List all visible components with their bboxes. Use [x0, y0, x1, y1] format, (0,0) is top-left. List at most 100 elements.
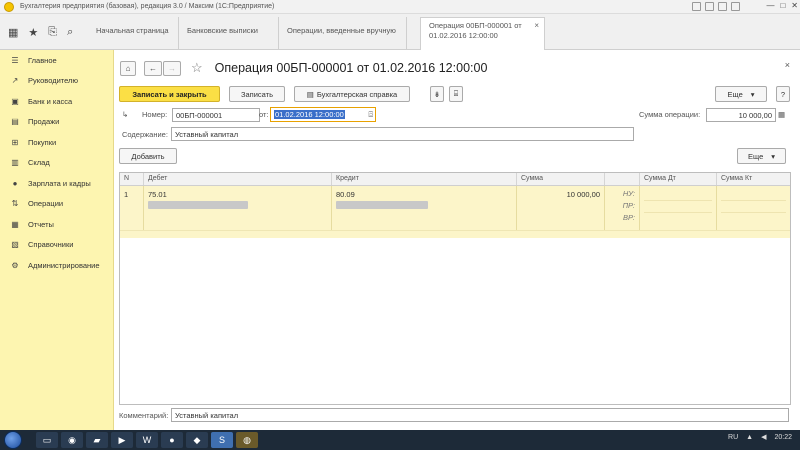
debit-cell[interactable]: 75.01 — [144, 186, 332, 230]
save-button[interactable]: Записать — [229, 86, 285, 102]
word-icon[interactable]: W — [136, 432, 158, 448]
amount-kt-pr[interactable] — [721, 201, 786, 213]
amount-calculator-icon[interactable]: ▦ — [778, 110, 785, 119]
nav-tools: ▦ ★ ⎘ ⌕ — [0, 14, 88, 50]
button-label: Еще — [727, 89, 743, 99]
app-icon[interactable]: ◆ — [186, 432, 208, 448]
folder-icon[interactable]: ▰ — [86, 432, 108, 448]
close-document-icon[interactable]: × — [785, 60, 790, 70]
col-markers — [605, 173, 640, 185]
amount-kt-nu[interactable] — [721, 189, 786, 201]
sidebar-item-admin[interactable]: ⚙ Администрирование — [0, 255, 113, 276]
help-button[interactable]: ? — [776, 86, 790, 102]
table-more-button[interactable]: Еще ▾ — [737, 148, 786, 164]
content-field[interactable]: Уставный капитал — [171, 127, 634, 141]
window-controls: — □ ✕ — [766, 1, 798, 10]
favorite-star-icon[interactable]: ☆ — [191, 60, 203, 76]
post-and-close-button[interactable]: Записать и закрыть — [119, 86, 220, 102]
col-amount[interactable]: Сумма — [517, 173, 605, 185]
add-row-button[interactable]: Добавить — [119, 148, 177, 164]
volume-icon[interactable]: ◀ — [761, 433, 766, 441]
sidebar-item-manager[interactable]: ↗ Руководителю — [0, 71, 113, 92]
network-icon[interactable]: ▲ — [746, 434, 753, 441]
amount-dt-cell[interactable] — [640, 186, 717, 230]
col-debit[interactable]: Дебет — [144, 173, 332, 185]
system-tray: RU ▲ ◀ 20:22 — [728, 433, 792, 442]
home-button[interactable]: ⌂ — [120, 60, 136, 76]
sidebar-item-label: Продажи — [28, 117, 60, 127]
content-label: Содержание: — [122, 130, 168, 139]
doc-toolbar: Записать и закрыть Записать ▤ Бухгалтерск… — [119, 86, 790, 102]
tab-bank-statements[interactable]: Банковские выписки — [179, 17, 279, 50]
chrome-icon[interactable]: ◉ — [61, 432, 83, 448]
structure-icon[interactable]: ⇟ — [430, 86, 444, 102]
titlebar-tools — [692, 2, 740, 11]
close-window-button[interactable]: ✕ — [791, 1, 798, 10]
accounting-reference-button[interactable]: ▤ Бухгалтерская справка — [294, 86, 410, 102]
onec-app-icon[interactable]: ◍ — [236, 432, 258, 448]
basket-icon: ⊞ — [11, 137, 19, 147]
calendar-icon[interactable] — [692, 2, 701, 11]
comment-field[interactable]: Уставный капитал — [171, 408, 789, 422]
sidebar-item-directories[interactable]: ▧ Справочники — [0, 235, 113, 256]
search-icon[interactable]: ⌕ — [67, 26, 73, 39]
info-icon[interactable] — [731, 2, 740, 11]
sidebar-item-label: Зарплата и кадры — [28, 178, 91, 188]
sidebar-item-operations[interactable]: ⇅ Операции — [0, 194, 113, 215]
skype-icon[interactable]: S — [211, 432, 233, 448]
favorites-icon[interactable]: ★ — [28, 26, 38, 39]
chart-icon: ↗ — [11, 76, 19, 86]
main-panel: ⌂ ← → ☆ Операция 00БП-000001 от 01.02.20… — [114, 50, 800, 430]
col-credit[interactable]: Кредит — [332, 173, 517, 185]
firefox-icon[interactable]: ● — [161, 432, 183, 448]
credit-subconto-redacted — [336, 201, 512, 213]
comment-label: Комментарий: — [119, 411, 169, 420]
tab-close-icon[interactable]: × — [534, 21, 539, 31]
amount-kt-cell[interactable] — [717, 186, 790, 230]
sidebar-item-purchases[interactable]: ⊞ Покупки — [0, 132, 113, 153]
attachment-icon[interactable]: ⌸ — [449, 86, 463, 102]
notes-icon[interactable] — [718, 2, 727, 11]
header-arrow-icon[interactable]: ↳ — [122, 110, 128, 119]
language-indicator[interactable]: RU — [728, 434, 738, 441]
forward-button[interactable]: → — [163, 60, 181, 76]
number-field[interactable]: 00БП-000001 — [172, 108, 260, 122]
calculator-icon[interactable] — [705, 2, 714, 11]
sidebar-item-bank[interactable]: ▣ Банк и касса — [0, 91, 113, 112]
more-button[interactable]: Еще ▾ — [715, 86, 767, 102]
row-number-value: 1 — [124, 190, 129, 199]
sidebar-item-sales[interactable]: ▤ Продажи — [0, 112, 113, 133]
media-player-icon[interactable]: ▶ — [111, 432, 133, 448]
explorer-icon[interactable]: ▭ — [36, 432, 58, 448]
grid-icon[interactable]: ▦ — [8, 26, 18, 39]
date-field[interactable]: 01.02.2016 12:00:00 ⌼ — [270, 107, 376, 122]
table-row[interactable]: 1 75.01 80.09 10 000,00 НУ: ПР: ВР: — [120, 186, 790, 230]
tab-label: Начальная страница — [96, 26, 169, 35]
amount-field[interactable]: 10 000,00 — [706, 108, 776, 122]
calendar-picker-icon[interactable]: ⌼ — [369, 109, 374, 120]
sidebar-item-warehouse[interactable]: ▥ Склад — [0, 153, 113, 174]
col-amount-dt[interactable]: Сумма Дт — [640, 173, 717, 185]
amount-dt-pr[interactable] — [644, 201, 712, 213]
minimize-button[interactable]: — — [766, 1, 774, 10]
menu-icon: ☰ — [11, 55, 19, 65]
tab-manual-operations[interactable]: Операции, введенные вручную — [279, 17, 407, 50]
sidebar-item-salary[interactable]: ● Зарплата и кадры — [0, 173, 113, 194]
sidebar-item-reports[interactable]: ▦ Отчеты — [0, 214, 113, 235]
sidebar-item-label: Руководителю — [28, 76, 79, 86]
start-button-icon[interactable] — [4, 431, 22, 449]
col-n[interactable]: N — [120, 173, 144, 185]
amount-dt-nu[interactable] — [644, 189, 712, 201]
tab-operation-document[interactable]: Операция 00БП-000001 от 01.02.2016 12:00… — [420, 17, 545, 50]
clock[interactable]: 20:22 — [774, 434, 792, 441]
col-amount-kt[interactable]: Сумма Кт — [717, 173, 790, 185]
amount-cell[interactable]: 10 000,00 — [517, 186, 605, 230]
operations-icon: ⇅ — [11, 199, 19, 209]
history-icon[interactable]: ⎘ — [48, 26, 57, 39]
sidebar-item-main[interactable]: ☰ Главное — [0, 50, 113, 71]
tab-home[interactable]: Начальная страница — [88, 17, 179, 50]
amount-label: Сумма операции: — [639, 110, 701, 119]
back-button[interactable]: ← — [144, 60, 162, 76]
credit-cell[interactable]: 80.09 — [332, 186, 517, 230]
maximize-button[interactable]: □ — [780, 1, 785, 10]
